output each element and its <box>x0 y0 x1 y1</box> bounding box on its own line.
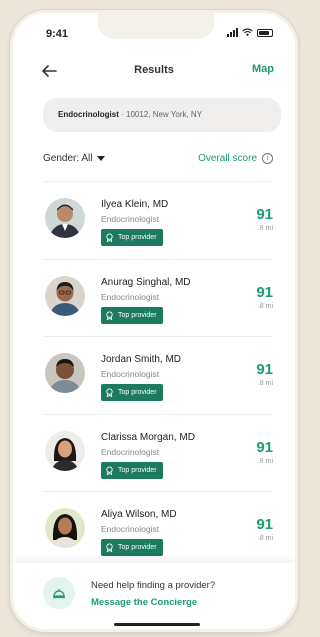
provider-name[interactable]: Anurag Singhal, MD <box>101 277 191 288</box>
avatar <box>45 508 85 548</box>
message-concierge-link[interactable]: Message the Concierge <box>91 597 197 608</box>
wifi-icon <box>242 28 253 37</box>
provider-row[interactable]: Clarissa Morgan, MD Endocrinologist Top … <box>43 413 273 492</box>
top-provider-badge: Top provider <box>101 229 163 246</box>
provider-row[interactable]: Aliya Wilson, MD Endocrinologist Top pro… <box>43 491 273 569</box>
concierge-bell-icon <box>43 577 75 609</box>
avatar <box>45 198 85 238</box>
sort-overall-score[interactable]: Overall score i <box>198 153 273 164</box>
provider-specialty: Endocrinologist <box>101 524 160 534</box>
award-icon <box>106 233 113 242</box>
avatar <box>45 430 85 471</box>
help-text: Need help finding a provider? <box>91 580 216 591</box>
provider-score: 91 <box>256 516 273 533</box>
badge-label: Top provider <box>118 466 157 474</box>
signal-icon <box>227 28 238 37</box>
provider-row[interactable]: Anurag Singhal, MD Endocrinologist Top p… <box>43 258 273 337</box>
provider-score: 91 <box>256 361 273 378</box>
device-notch <box>98 13 214 39</box>
provider-name[interactable]: Ilyea Klein, MD <box>101 199 168 210</box>
avatar <box>45 353 85 393</box>
provider-name[interactable]: Jordan Smith, MD <box>101 354 181 365</box>
provider-row[interactable]: Ilyea Klein, MD Endocrinologist Top prov… <box>43 181 273 259</box>
badge-label: Top provider <box>118 389 157 396</box>
phone-frame: 9:41 Results Map Endocrinologist · 10012… <box>10 10 298 632</box>
gender-filter[interactable]: Gender: All <box>43 153 106 164</box>
provider-distance: .8 mi <box>257 225 273 232</box>
top-provider-badge: Top provider <box>101 461 163 479</box>
provider-distance: .8 mi <box>257 457 273 465</box>
provider-specialty: Endocrinologist <box>101 214 160 224</box>
chevron-down-icon <box>97 156 106 161</box>
filter-bar: Gender: All Overall score i <box>43 153 273 169</box>
provider-row[interactable]: Jordan Smith, MD Endocrinologist Top pro… <box>43 336 273 414</box>
battery-icon <box>257 29 273 37</box>
provider-score: 91 <box>256 206 273 223</box>
info-icon[interactable]: i <box>262 153 273 164</box>
provider-specialty: Endocrinologist <box>101 291 160 302</box>
provider-specialty: Endocrinologist <box>101 369 160 379</box>
provider-score: 91 <box>256 438 273 456</box>
status-icons <box>227 28 273 37</box>
provider-name[interactable]: Clarissa Morgan, MD <box>101 432 195 443</box>
provider-list: Ilyea Klein, MD Endocrinologist Top prov… <box>43 181 273 569</box>
award-icon <box>106 465 113 475</box>
provider-distance: .8 mi <box>257 380 273 387</box>
home-indicator <box>114 623 200 626</box>
avatar <box>45 275 85 316</box>
provider-distance: .8 mi <box>257 535 273 542</box>
award-icon <box>106 310 113 320</box>
award-icon <box>106 388 113 397</box>
search-location: · 10012, New York, NY <box>118 110 203 119</box>
top-provider-badge: Top provider <box>101 539 163 556</box>
badge-label: Top provider <box>118 234 157 241</box>
provider-name[interactable]: Aliya Wilson, MD <box>101 509 177 520</box>
badge-label: Top provider <box>118 544 157 551</box>
badge-label: Top provider <box>118 311 157 319</box>
top-provider-badge: Top provider <box>101 384 163 401</box>
top-provider-badge: Top provider <box>101 306 163 324</box>
sort-label: Overall score <box>198 153 257 164</box>
search-specialty: Endocrinologist <box>58 110 119 119</box>
provider-distance: .8 mi <box>257 302 273 310</box>
provider-specialty: Endocrinologist <box>101 446 160 457</box>
provider-score: 91 <box>256 283 273 301</box>
search-field[interactable]: Endocrinologist · 10012, New York, NY <box>43 98 281 132</box>
status-time: 9:41 <box>46 28 69 40</box>
concierge-footer: Need help finding a provider? Message th… <box>13 563 295 629</box>
top-nav: Results Map <box>13 60 295 84</box>
map-button[interactable]: Map <box>252 63 274 75</box>
award-icon <box>106 543 113 552</box>
gender-filter-label: Gender: All <box>43 153 93 164</box>
